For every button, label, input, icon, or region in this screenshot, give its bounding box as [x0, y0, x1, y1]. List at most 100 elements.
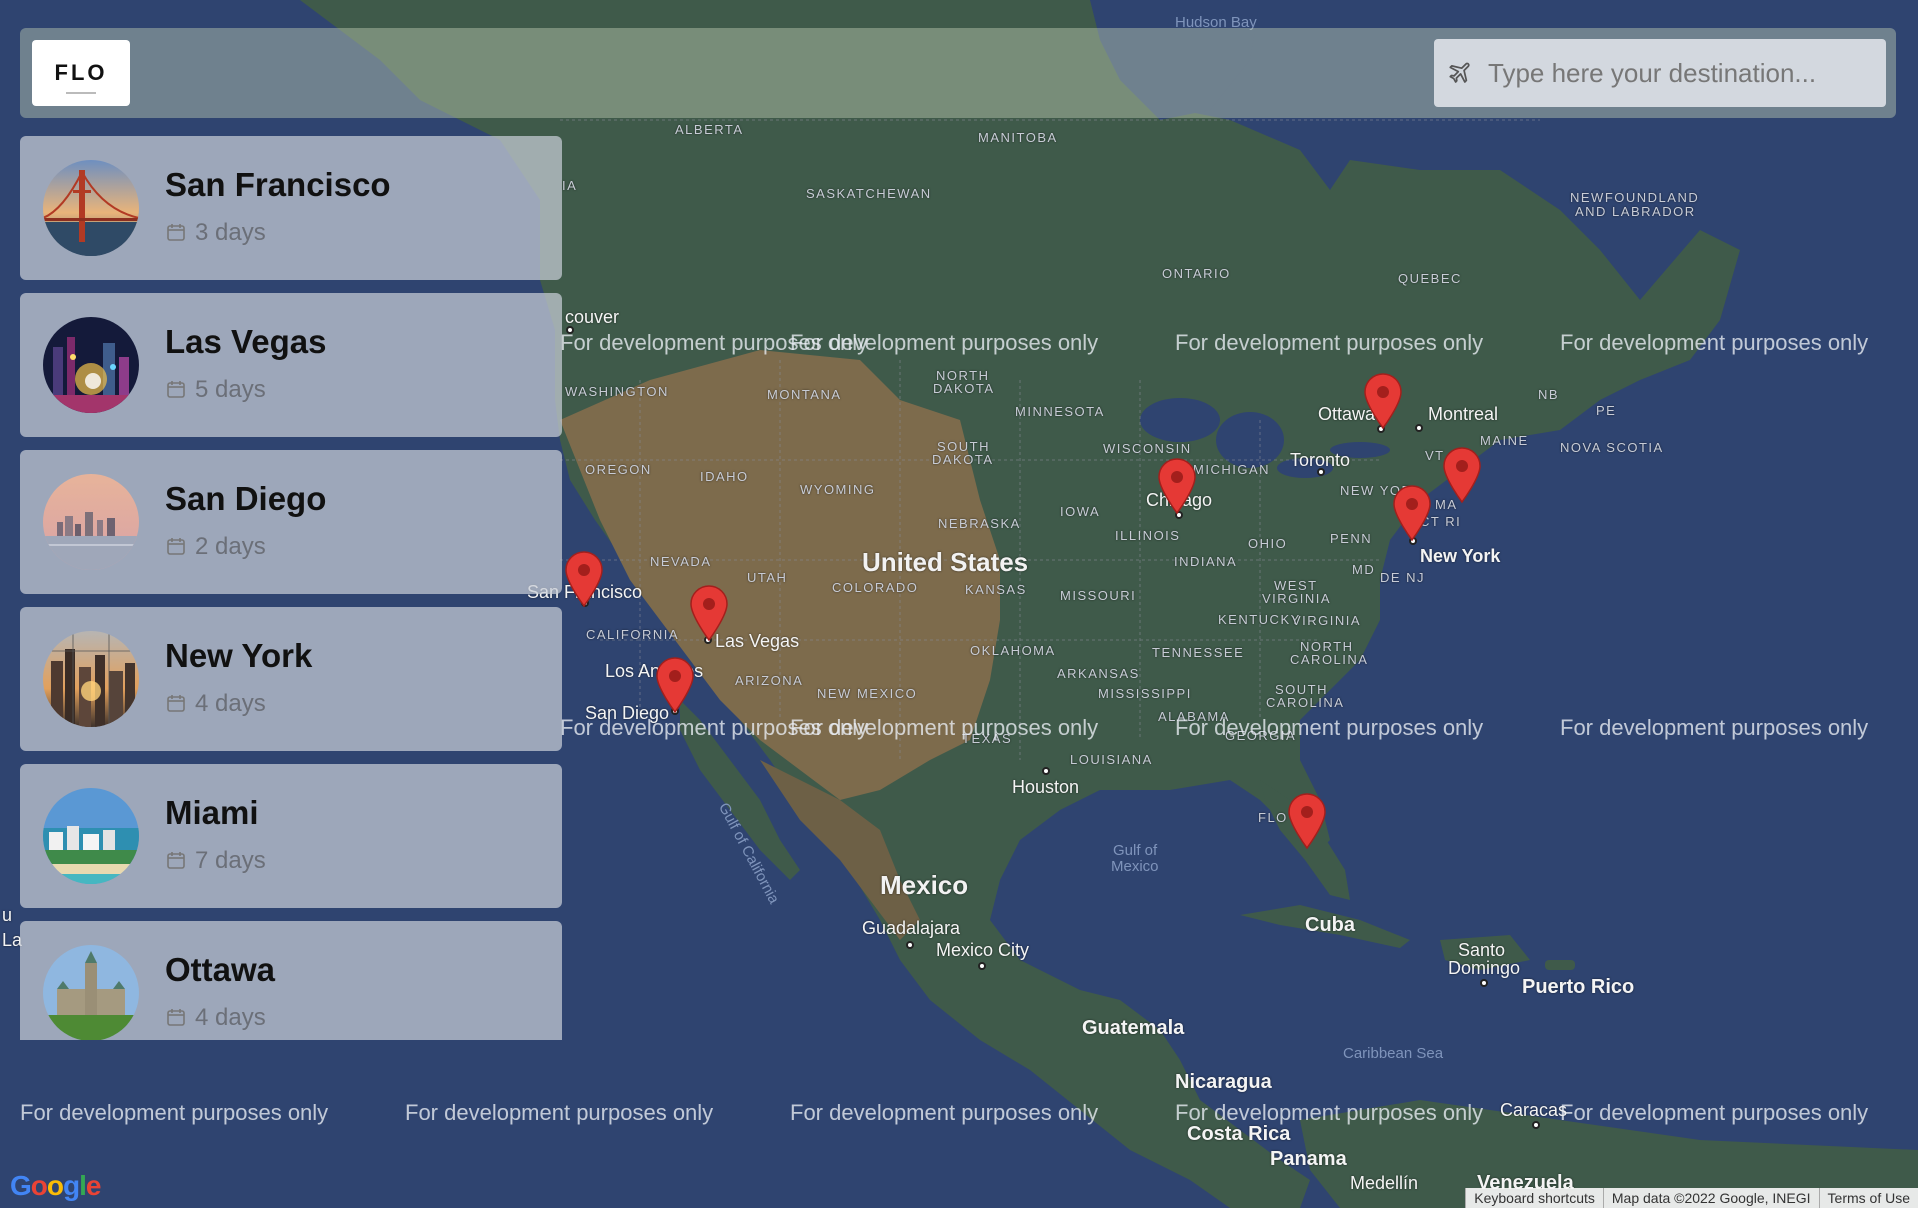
city-dot [1532, 1121, 1540, 1129]
map-marker-boston[interactable] [1442, 446, 1482, 504]
dev-watermark: For development purposes only [405, 1100, 714, 1125]
dev-watermark: For development purposes only [1560, 1100, 1869, 1125]
city-dot [1415, 424, 1423, 432]
city-dot [1480, 979, 1488, 987]
map-data-attribution: Map data ©2022 Google, INEGI [1602, 1188, 1819, 1208]
destination-card-las-vegas[interactable]: Las Vegas 5 days [20, 293, 562, 437]
map-label: OKLAHOMA [970, 643, 1056, 658]
map-label: Caracas [1500, 1100, 1568, 1120]
map-label: Nicaragua [1175, 1071, 1272, 1093]
dev-watermark: For development purposes only [790, 330, 1099, 355]
map-label: DAKOTA [933, 381, 995, 396]
destination-card-san-francisco[interactable]: San Francisco 3 days [20, 136, 562, 280]
map-label: Gulf of [1113, 842, 1158, 859]
trip-duration: 4 days [195, 690, 266, 717]
calendar-icon [167, 695, 185, 712]
map-marker-san-diego[interactable] [655, 656, 695, 714]
map-label: Panama [1270, 1148, 1347, 1170]
destination-name: San Diego [165, 480, 327, 517]
map-label: ARIZONA [735, 673, 804, 688]
map-label: Domingo [1448, 958, 1521, 978]
map-label: ILLINOIS [1115, 528, 1181, 543]
destination-avatar [43, 474, 139, 570]
map-label: United States [862, 547, 1029, 577]
dev-watermark: For development purposes only [1560, 330, 1869, 355]
plane-icon [1449, 62, 1470, 83]
map-label: Mexico [880, 870, 969, 900]
calendar-icon [167, 852, 185, 869]
destination-name: Ottawa [165, 951, 276, 988]
destination-card-ottawa[interactable]: Ottawa 4 days [20, 921, 562, 1040]
trip-duration: 2 days [195, 533, 266, 560]
map-label: SASKATCHEWAN [806, 186, 932, 201]
logo-underline [66, 92, 96, 94]
destination-card-miami[interactable]: Miami 7 days [20, 764, 562, 908]
map-label: Medellín [1350, 1173, 1419, 1193]
map-label: Houston [1012, 777, 1080, 797]
app-logo[interactable]: FLO [32, 40, 130, 106]
destination-avatar [43, 160, 139, 256]
trip-duration: 4 days [195, 1004, 266, 1031]
map-label: MONTANA [767, 387, 842, 402]
map-label: MICHIGAN [1193, 462, 1270, 477]
dev-watermark: For development purposes only [1560, 715, 1869, 740]
dev-watermark: For development purposes only [20, 1100, 329, 1125]
map-label: UTAH [747, 570, 788, 585]
google-logo[interactable]: Google [10, 1170, 101, 1202]
map-label: KENTUCKY [1218, 612, 1301, 627]
map-label: TENNESSEE [1152, 645, 1245, 660]
map-marker-chicago[interactable] [1157, 457, 1197, 515]
map-label: CAROLINA [1266, 695, 1345, 710]
search-input[interactable] [1488, 51, 1868, 95]
map-label: Mexico [1111, 858, 1159, 875]
map-label: COLORADO [832, 580, 919, 595]
map-label: MINNESOTA [1015, 404, 1105, 419]
terms-of-use-link[interactable]: Terms of Use [1818, 1188, 1918, 1208]
map-label: NB [1538, 387, 1560, 402]
map-label: WASHINGTON [565, 384, 669, 399]
city-dot [978, 962, 986, 970]
destination-card-san-diego[interactable]: San Diego 2 days [20, 450, 562, 594]
map-label: IDAHO [700, 469, 749, 484]
map-label: MANITOBA [978, 130, 1058, 145]
map-label: Montreal [1428, 404, 1499, 424]
calendar-icon [167, 224, 185, 241]
destination-card-new-york[interactable]: New York 4 days [20, 607, 562, 751]
trip-duration: 3 days [195, 219, 266, 246]
map-label: KANSAS [965, 582, 1027, 597]
dev-watermark: For development purposes only [1175, 1100, 1484, 1125]
city-dot [906, 941, 914, 949]
destination-search[interactable] [1434, 39, 1886, 107]
dev-watermark: For development purposes only [790, 715, 1099, 740]
map-label: New York [1420, 546, 1501, 566]
map-label: IOWA [1060, 504, 1101, 519]
destination-name: Miami [165, 794, 259, 831]
map-marker-new-york[interactable] [1392, 484, 1432, 542]
map-marker-san-francisco[interactable] [564, 550, 604, 608]
map-marker-las-vegas[interactable] [689, 584, 729, 642]
map-label: NEW MEXICO [817, 686, 918, 701]
map-label: MD [1352, 562, 1376, 577]
map-label: Puerto Rico [1522, 976, 1635, 998]
map-marker-ottawa[interactable] [1363, 372, 1403, 430]
map-label: u [2, 905, 13, 925]
destination-avatar [43, 945, 139, 1040]
keyboard-shortcuts-link[interactable]: Keyboard shortcuts [1465, 1188, 1603, 1208]
map-label: Costa Rica [1187, 1123, 1291, 1145]
destination-avatar [43, 788, 139, 884]
destination-avatar [43, 317, 139, 413]
map-label: WYOMING [800, 482, 876, 497]
map-label: CALIFORNIA [586, 627, 680, 642]
map-label: Guadalajara [862, 918, 961, 938]
map-label: PE [1596, 403, 1617, 418]
map-label: VIRGINIA [1262, 591, 1332, 606]
map-marker-miami[interactable] [1287, 792, 1327, 850]
map-label: NEVADA [650, 554, 712, 569]
map-label: couver [565, 307, 620, 327]
map-label: MISSISSIPPI [1098, 686, 1192, 701]
map-label: Caribbean Sea [1343, 1045, 1444, 1062]
map-label: Cuba [1305, 914, 1355, 936]
top-bar: FLO [20, 28, 1896, 118]
city-dot [1317, 468, 1325, 476]
destination-list[interactable]: San Francisco 3 days Las Vegas 5 days Sa… [20, 136, 562, 1040]
